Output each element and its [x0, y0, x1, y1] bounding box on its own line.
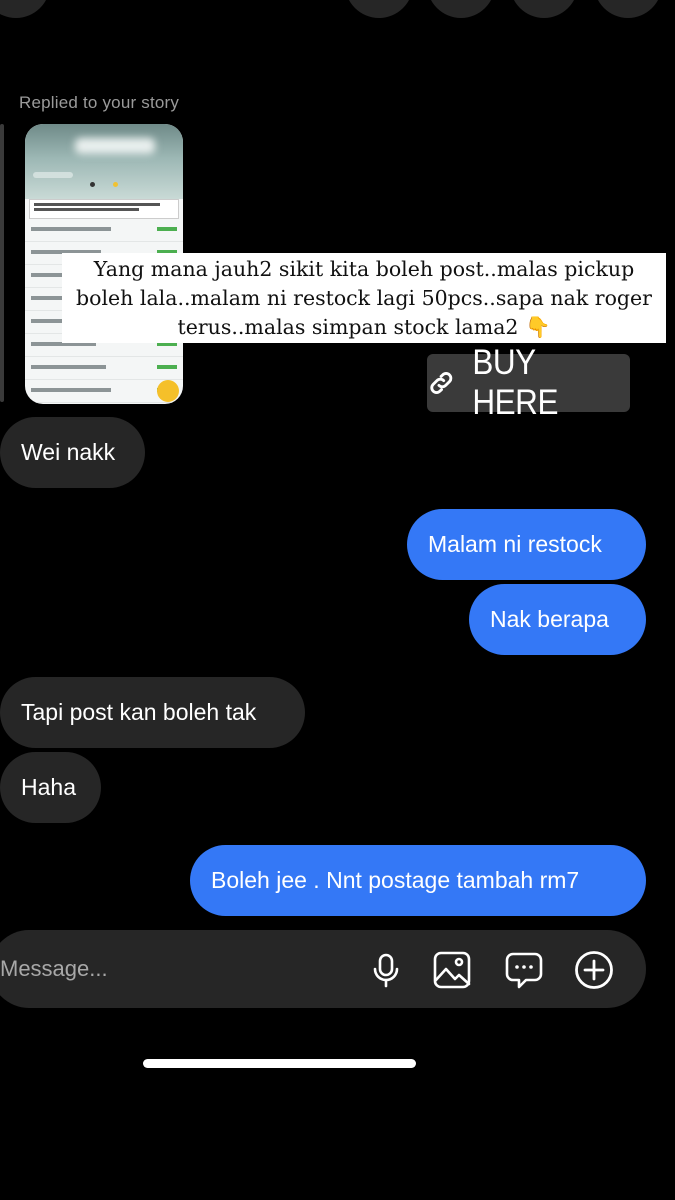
- message-bubble-incoming[interactable]: Tapi post kan boleh tak: [0, 677, 305, 748]
- microphone-icon[interactable]: [366, 950, 406, 990]
- story-thumbnail-note: [29, 199, 179, 219]
- header-video-button[interactable]: [427, 0, 495, 18]
- message-bubble-outgoing[interactable]: Malam ni restock: [407, 509, 646, 580]
- message-bubble-incoming[interactable]: Wei nakk: [0, 417, 145, 488]
- image-icon[interactable]: [432, 950, 472, 990]
- sticker-chat-icon[interactable]: [504, 950, 544, 990]
- buy-here-link-button[interactable]: BUY HERE: [427, 343, 630, 422]
- buy-here-label: BUY HERE: [471, 343, 558, 422]
- message-bubble-outgoing[interactable]: Boleh jee . Nnt postage tambah rm7: [190, 845, 646, 916]
- header-back-button[interactable]: [0, 0, 50, 18]
- message-bubble-outgoing[interactable]: Nak berapa: [469, 584, 646, 655]
- home-indicator: [143, 1059, 416, 1068]
- header-more-button[interactable]: [594, 0, 662, 18]
- message-input[interactable]: Message...: [0, 956, 108, 982]
- replied-to-story-label: Replied to your story: [19, 93, 180, 112]
- message-bubble-incoming[interactable]: Haha: [0, 752, 101, 823]
- reply-indicator-bar: [0, 124, 4, 402]
- header-call-button[interactable]: [345, 0, 413, 18]
- story-thumbnail-header: [25, 124, 183, 199]
- link-icon: [430, 372, 453, 394]
- add-circle-icon[interactable]: [574, 950, 614, 990]
- header-info-button[interactable]: [510, 0, 578, 18]
- story-thumbnail-fab: [157, 380, 179, 402]
- story-caption: Yang mana jauh2 sikit kita boleh post..m…: [62, 253, 666, 343]
- message-composer[interactable]: Message...: [0, 930, 646, 1008]
